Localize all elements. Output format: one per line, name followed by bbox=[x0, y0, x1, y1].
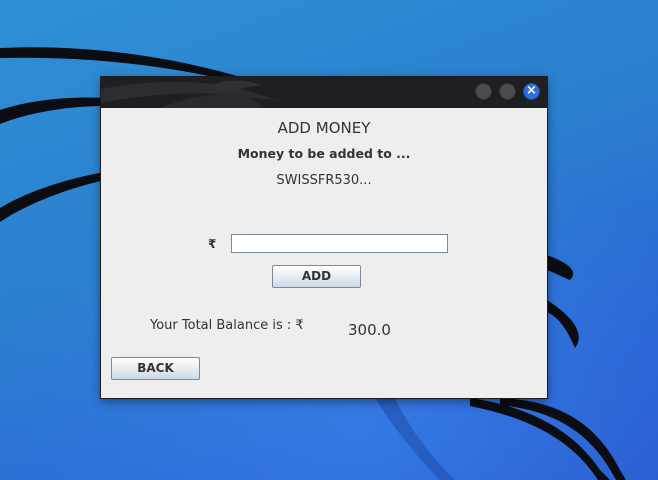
window-titlebar[interactable]: × bbox=[101, 77, 547, 108]
add-money-dialog: × ADD MONEY Money to be added to ... SWI… bbox=[101, 77, 547, 398]
balance-value: 300.0 bbox=[348, 321, 391, 339]
back-button[interactable]: BACK bbox=[111, 357, 200, 380]
dialog-content: ADD MONEY Money to be added to ... SWISS… bbox=[101, 108, 547, 398]
maximize-button[interactable] bbox=[499, 83, 516, 100]
close-button[interactable]: × bbox=[523, 83, 540, 100]
page-title: ADD MONEY bbox=[277, 119, 371, 137]
balance-label: Your Total Balance is : ₹ bbox=[150, 318, 304, 333]
amount-input[interactable] bbox=[231, 234, 448, 253]
desktop: × ADD MONEY Money to be added to ... SWI… bbox=[0, 0, 658, 480]
account-name: SWISSFR530... bbox=[276, 173, 372, 188]
add-button[interactable]: ADD bbox=[272, 265, 361, 288]
subtitle: Money to be added to ... bbox=[237, 146, 411, 161]
minimize-button[interactable] bbox=[475, 83, 492, 100]
close-icon: × bbox=[526, 83, 537, 98]
currency-symbol: ₹ bbox=[208, 237, 217, 251]
